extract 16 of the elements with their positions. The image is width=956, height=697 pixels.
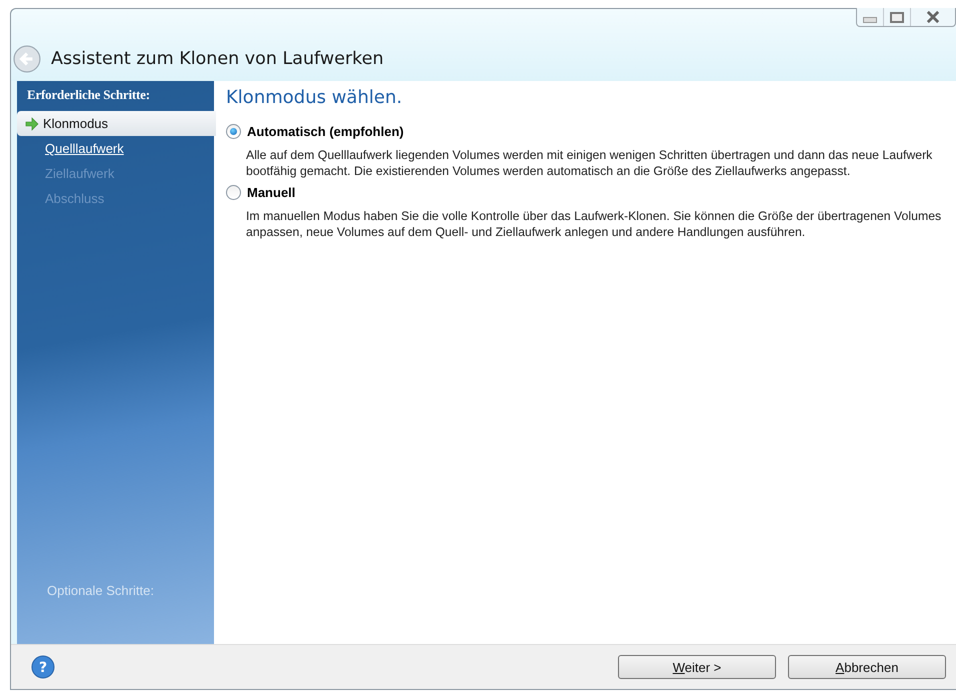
radio-option[interactable]: Automatisch (empfohlen) bbox=[226, 124, 944, 139]
sidebar-heading: Erforderliche Schritte: bbox=[26, 86, 151, 104]
radio-option[interactable]: Manuell bbox=[226, 185, 944, 200]
page-heading: Klonmodus wählen. bbox=[226, 87, 404, 108]
option-description: Alle auf dem Quelllaufwerk liegenden Volumes werden mit einigen wenigen Schritten übertragen und dann das neue Laufwerk bootfähig gemacht. Die existierenden Volumes werden automatisch an die Größe des Ziellaufwerks angepasst. bbox=[246, 147, 934, 179]
step-item[interactable]: Quelllaufwerk bbox=[17, 136, 214, 161]
help-icon[interactable]: ? bbox=[31, 655, 55, 679]
window-title: Assistent zum Klonen von Laufwerken bbox=[51, 49, 384, 69]
arrow-icon bbox=[25, 116, 39, 130]
step-item: Klonmodus bbox=[17, 111, 216, 136]
dialog-button[interactable]: Abbrechen bbox=[788, 655, 946, 679]
step-item: Abschluss bbox=[44, 190, 106, 208]
option-description: Im manuellen Modus haben Sie die volle Kontrolle über das Laufwerk-Klonen. Sie können die Größe der übertragenen Volumes anpassen, neue Volumes auf dem Quell- und Ziellaufwerk anlegen und andere Handlungen ausführen. bbox=[246, 208, 942, 240]
step-item: Ziellaufwerk bbox=[44, 165, 116, 183]
dialog-button[interactable]: Weiter > bbox=[618, 655, 776, 679]
sidebar-heading: Optionale Schritte: bbox=[46, 583, 155, 600]
